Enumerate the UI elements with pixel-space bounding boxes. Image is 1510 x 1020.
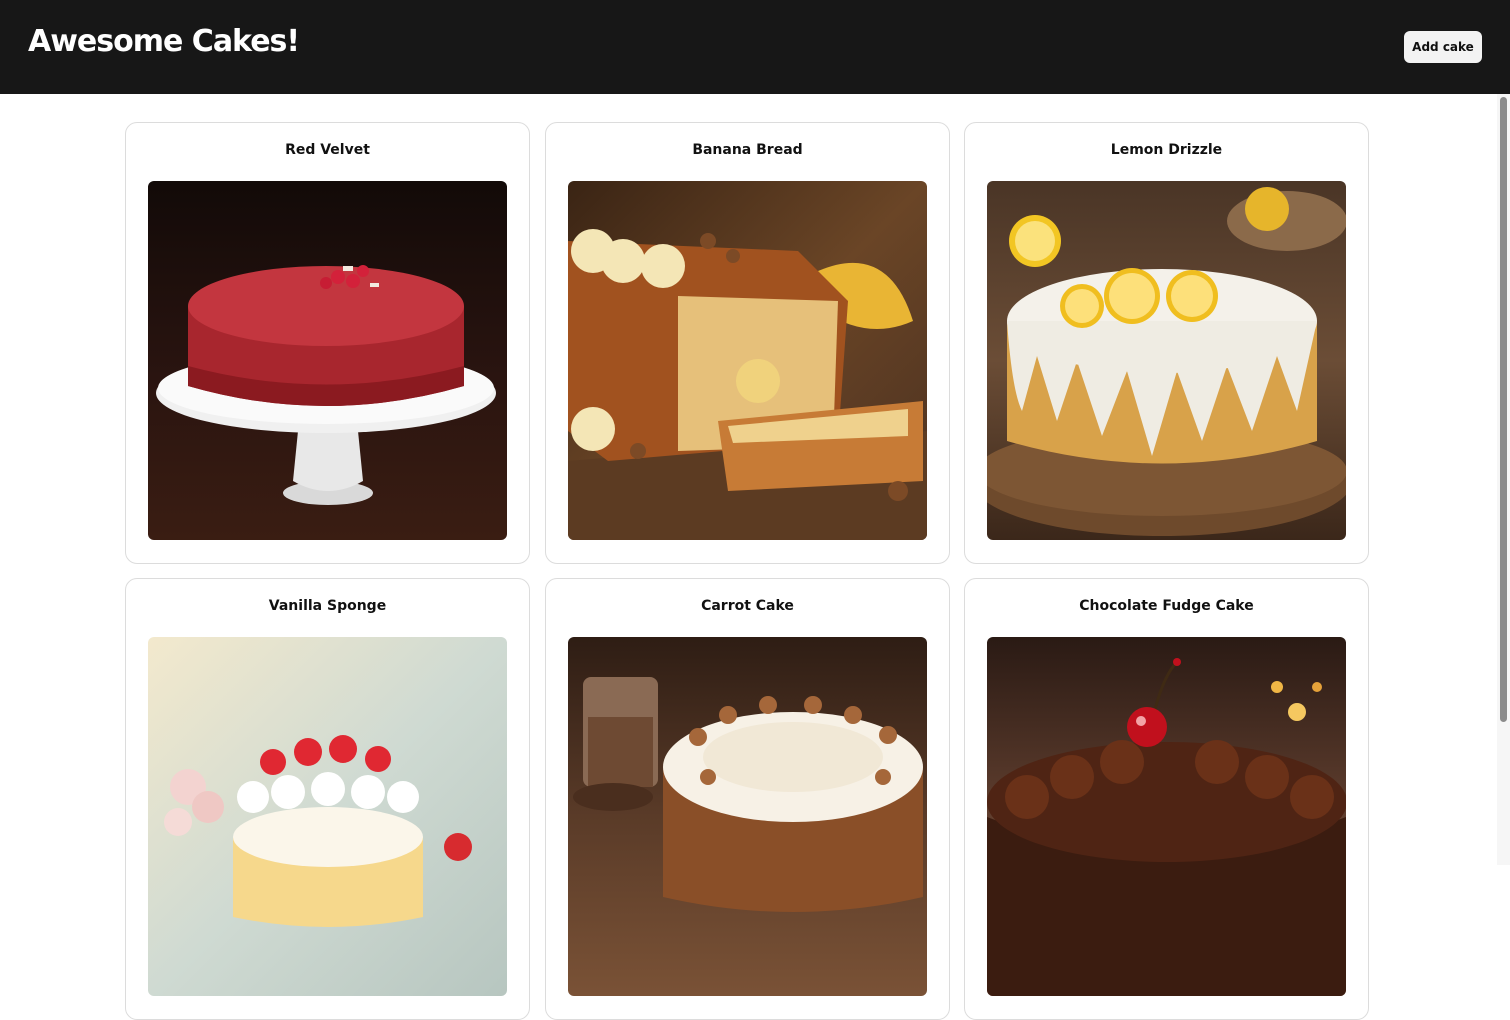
cake-title: Red Velvet <box>285 142 370 158</box>
carrot-cake-image <box>568 637 927 996</box>
cake-title: Banana Bread <box>692 142 803 158</box>
scrollbar-thumb[interactable] <box>1500 97 1507 722</box>
cake-title: Carrot Cake <box>701 598 794 614</box>
app-header: Awesome Cakes! Add cake <box>0 0 1510 94</box>
cake-card-vanilla-sponge[interactable]: Vanilla Sponge <box>125 578 530 1020</box>
cake-card-red-velvet[interactable]: Red Velvet <box>125 122 530 564</box>
chocolate-fudge-cake-image <box>987 637 1346 996</box>
cake-title: Chocolate Fudge Cake <box>1079 598 1254 614</box>
lemon-drizzle-image <box>987 181 1346 540</box>
banana-bread-image <box>568 181 927 540</box>
cake-card-banana-bread[interactable]: Banana Bread <box>545 122 950 564</box>
vanilla-sponge-image <box>148 637 507 996</box>
cake-title: Lemon Drizzle <box>1110 142 1223 158</box>
app-title: Awesome Cakes! <box>28 24 300 59</box>
cake-title: Vanilla Sponge <box>268 598 387 614</box>
cake-card-carrot-cake[interactable]: Carrot Cake <box>545 578 950 1020</box>
cake-card-chocolate-fudge-cake[interactable]: Chocolate Fudge Cake <box>964 578 1369 1020</box>
add-cake-button[interactable]: Add cake <box>1404 31 1482 63</box>
red-velvet-image <box>148 181 507 540</box>
cake-card-lemon-drizzle[interactable]: Lemon Drizzle <box>964 122 1369 564</box>
